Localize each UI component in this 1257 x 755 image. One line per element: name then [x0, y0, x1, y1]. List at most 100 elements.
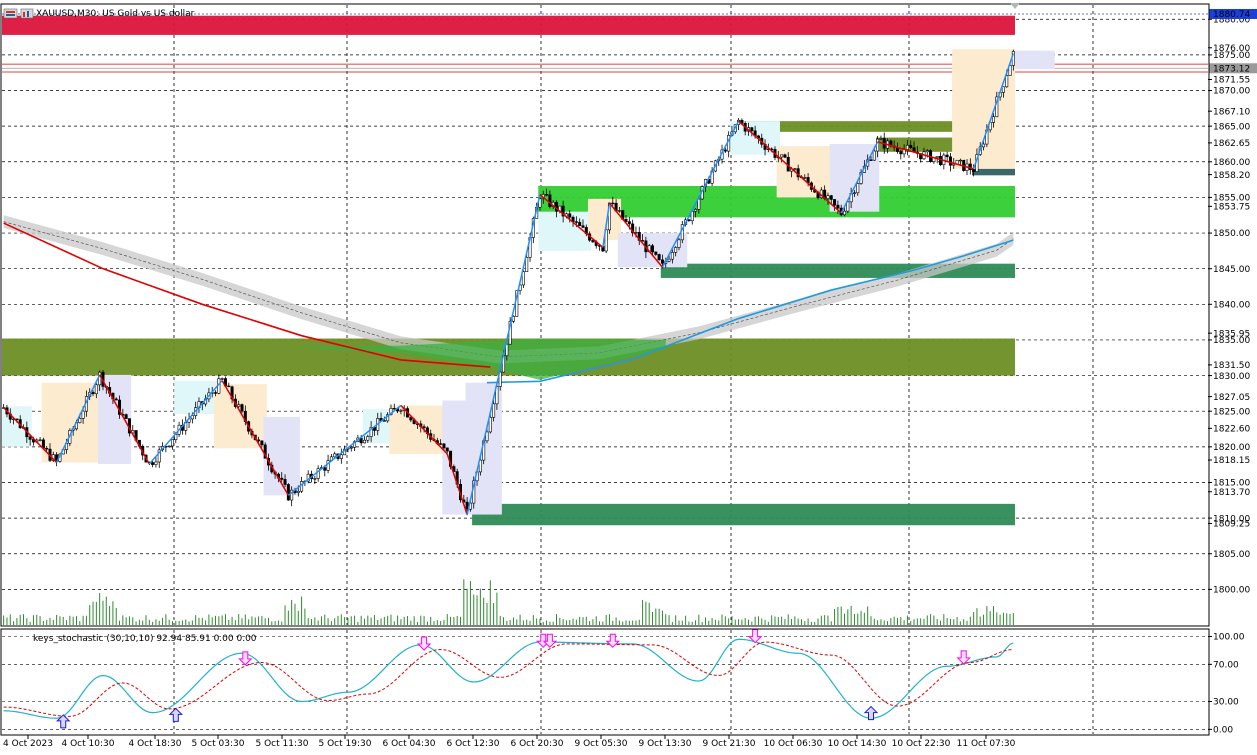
candle-body — [670, 252, 674, 260]
candle-body — [803, 177, 807, 179]
candle-body — [677, 239, 681, 248]
y-tick-label: 1809.25 — [1213, 520, 1250, 530]
x-tick-label: 4 Oct 10:30 — [62, 739, 115, 749]
candle-body — [651, 245, 655, 253]
x-tick-label: 9 Oct 13:30 — [639, 739, 692, 749]
candle-body — [826, 195, 830, 199]
candle-body — [333, 453, 337, 458]
candle-body — [750, 127, 754, 132]
candle-body — [114, 398, 118, 401]
y-tick-label: 1870.00 — [1213, 87, 1250, 97]
candle-body — [843, 210, 847, 216]
candle-body — [124, 414, 128, 419]
x-tick-label: 11 Oct 07:30 — [957, 739, 1016, 749]
x-tick-label: 4 Oct 2023 — [3, 739, 53, 749]
candle-body — [382, 420, 386, 422]
chart-canvas[interactable]: 1880.001876.001875.001871.551870.001867.… — [0, 0, 1257, 752]
y-tick-label: 1840.00 — [1213, 301, 1250, 311]
candle-body — [793, 168, 797, 170]
candle-body — [366, 436, 370, 441]
candle-body — [220, 378, 224, 380]
x-tick-label: 9 Oct 21:30 — [703, 739, 756, 749]
candle-body — [260, 440, 264, 446]
candle-body — [991, 116, 995, 123]
y-tick-label: 1813.70 — [1213, 488, 1250, 498]
y-tick-label: 1805.00 — [1213, 550, 1250, 560]
y-tick-label: 1845.00 — [1213, 265, 1250, 275]
candle-body — [214, 392, 218, 394]
x-tick-label: 5 Oct 03:30 — [192, 739, 245, 749]
candle-body — [723, 149, 727, 152]
x-tick-label: 6 Oct 20:30 — [511, 739, 564, 749]
candle-body — [283, 479, 287, 485]
session-box — [1015, 50, 1055, 70]
candle-body — [170, 439, 174, 447]
candle-body — [296, 490, 300, 493]
y-tick-label: 1875.00 — [1213, 51, 1250, 61]
candle-body — [45, 447, 49, 450]
y-tick-label: 1800.00 — [1213, 586, 1250, 596]
stoch-tick-label: 70.00 — [1213, 661, 1239, 671]
candle-body — [856, 183, 860, 194]
y-tick-label: 1827.05 — [1213, 393, 1250, 403]
candle-body — [286, 484, 290, 501]
chart-root: 1880.00 1876.00 1875.00 1871.55 1870.00 1867.… — [0, 0, 1257, 752]
candle-body — [154, 461, 158, 465]
candle-body — [958, 159, 962, 162]
candle-body — [660, 259, 664, 264]
candle-body — [167, 445, 171, 448]
x-tick-label: 10 Oct 22:30 — [892, 739, 951, 749]
candle-body — [611, 202, 615, 205]
y-tick-label: 1862.65 — [1213, 139, 1250, 149]
candle-body — [349, 446, 353, 449]
candle-body — [445, 447, 449, 452]
candle-body — [227, 385, 231, 388]
candle-body — [935, 156, 939, 158]
candle-body — [1001, 86, 1005, 93]
candle-body — [323, 467, 327, 471]
candle-body — [442, 443, 446, 449]
candle-body — [492, 403, 496, 418]
y-tick-label: 1858.20 — [1213, 171, 1250, 181]
x-tick-label: 6 Oct 12:30 — [447, 739, 500, 749]
x-tick-label: 6 Oct 04:30 — [383, 739, 436, 749]
candle-body — [972, 169, 976, 172]
candle-body — [905, 144, 909, 150]
candle-body — [151, 462, 155, 465]
stoch-tick-label: 0.00 — [1213, 726, 1233, 736]
x-tick-label: 4 Oct 18:30 — [129, 739, 182, 749]
zone-box — [472, 503, 1015, 526]
candle-body — [439, 443, 443, 445]
candle-body — [28, 436, 32, 440]
candle-body — [654, 251, 658, 255]
stoch-tick-label: 30.00 — [1213, 698, 1239, 708]
stoch-tick-label: 100.00 — [1213, 633, 1245, 643]
candle-body — [240, 404, 244, 412]
candle-body — [667, 258, 671, 262]
y-tick-label: 1871.55 — [1213, 76, 1250, 86]
x-tick-label: 9 Oct 05:30 — [575, 739, 628, 749]
candle-body — [617, 210, 621, 212]
y-tick-label: 1853.75 — [1213, 203, 1250, 213]
y-tick-label: 1831.50 — [1213, 361, 1250, 371]
y-tick-label: 1818.15 — [1213, 456, 1250, 466]
candle-body — [852, 192, 856, 194]
candle-body — [548, 194, 552, 207]
x-tick-label: 5 Oct 11:30 — [256, 739, 309, 749]
candle-body — [627, 221, 631, 225]
candle-body — [674, 247, 678, 253]
candle-body — [91, 391, 95, 395]
session-box — [952, 49, 1015, 169]
candle-body — [574, 221, 578, 223]
candle-body — [38, 439, 42, 441]
candle-body — [783, 154, 787, 158]
candle-body — [545, 194, 549, 196]
candle-body — [879, 138, 883, 140]
candle-body — [657, 254, 661, 261]
chart-title: XAUUSD,M30: US Gold vs US dollar — [36, 9, 195, 19]
candle-body — [237, 404, 241, 407]
session-box — [442, 400, 469, 515]
candle-body — [81, 410, 85, 419]
candle-body — [780, 154, 784, 158]
y-tick-label: 1850.00 — [1213, 229, 1250, 239]
